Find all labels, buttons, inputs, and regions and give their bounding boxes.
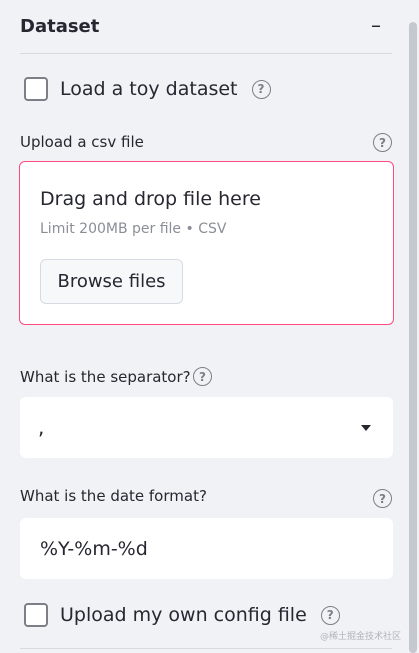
chevron-down-icon[interactable]	[361, 425, 371, 431]
separator-select[interactable]: ,	[20, 397, 393, 458]
toy-dataset-label[interactable]: Load a toy dataset	[60, 78, 238, 100]
dropzone-limit: Limit 200MB per file • CSV	[40, 221, 227, 237]
date-format-label: What is the date format?	[20, 487, 207, 505]
config-upload-checkbox[interactable]	[24, 603, 48, 627]
toy-dataset-checkbox-row[interactable]: Load a toy dataset ?	[24, 77, 271, 101]
dataset-section-header[interactable]: Dataset –	[20, 12, 392, 54]
help-icon[interactable]: ?	[373, 489, 392, 508]
section-title: Dataset	[20, 16, 100, 37]
config-upload-label[interactable]: Upload my own config file	[60, 604, 307, 626]
help-icon[interactable]: ?	[320, 605, 340, 625]
dropzone-title: Drag and drop file here	[40, 188, 261, 210]
divider	[20, 648, 392, 649]
toy-dataset-checkbox[interactable]	[24, 77, 48, 101]
help-icon[interactable]: ?	[373, 133, 392, 152]
separator-selected-value: ,	[38, 415, 45, 439]
date-format-input[interactable]	[20, 518, 393, 579]
file-dropzone[interactable]: Drag and drop file here Limit 200MB per …	[19, 161, 394, 325]
browse-files-button[interactable]: Browse files	[40, 259, 183, 304]
separator-label: What is the separator?	[20, 368, 191, 386]
config-upload-checkbox-row[interactable]: Upload my own config file ?	[24, 603, 340, 627]
scrollbar[interactable]	[409, 22, 417, 653]
sidebar-panel: Dataset – Load a toy dataset ? Upload a …	[0, 0, 419, 653]
watermark: @稀土掘金技术社区	[320, 632, 402, 642]
upload-label: Upload a csv file	[20, 133, 144, 151]
collapse-icon[interactable]: –	[364, 14, 388, 38]
help-icon[interactable]: ?	[251, 79, 271, 99]
help-icon[interactable]: ?	[193, 367, 212, 386]
